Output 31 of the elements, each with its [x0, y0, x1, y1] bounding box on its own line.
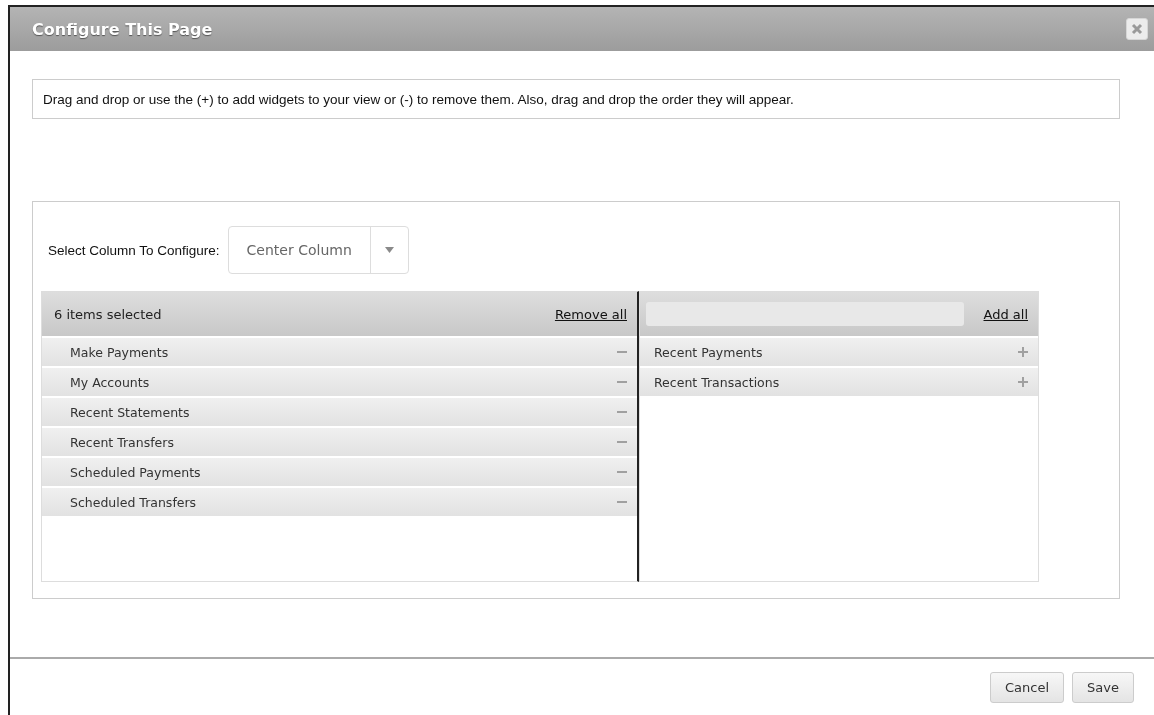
close-icon: [1131, 23, 1143, 35]
remove-all-link[interactable]: Remove all: [554, 306, 627, 322]
item-label: Scheduled Transfers: [69, 494, 197, 510]
item-label: My Accounts: [69, 374, 150, 390]
list-item[interactable]: Recent Transfers: [42, 428, 637, 456]
selected-count: 6 items selected: [54, 306, 162, 322]
item-label: Scheduled Payments: [69, 464, 201, 480]
list-item[interactable]: My Accounts: [42, 368, 637, 396]
list-item[interactable]: Scheduled Payments: [42, 458, 637, 486]
list-item[interactable]: Recent Statements: [42, 398, 637, 426]
search-field[interactable]: [646, 302, 964, 326]
item-label: Recent Statements: [69, 404, 190, 420]
list-item[interactable]: Recent Payments: [640, 338, 1038, 366]
add-all-link[interactable]: Add all: [983, 306, 1028, 322]
item-label: Make Payments: [69, 344, 169, 360]
item-label: Recent Transfers: [69, 434, 174, 450]
dialog-title: Configure This Page: [32, 19, 213, 39]
caret-icon: [384, 247, 394, 253]
cancel-button[interactable]: Cancel: [990, 671, 1065, 703]
item-label: Recent Payments: [654, 344, 763, 360]
column-select-label: Select Column To Configure:: [48, 242, 220, 258]
save-button[interactable]: Save: [1072, 671, 1134, 703]
close-button[interactable]: [1126, 18, 1148, 40]
column-dropdown[interactable]: Center Column: [227, 226, 409, 274]
list-item[interactable]: Make Payments: [42, 338, 637, 366]
list-item[interactable]: Recent Transactions: [640, 368, 1038, 396]
plus-icon[interactable]: [1018, 377, 1028, 387]
plus-icon[interactable]: [1018, 347, 1028, 357]
list-item[interactable]: Scheduled Transfers: [42, 488, 637, 516]
instructions-text: Drag and drop or use the (+) to add widgets to your view or (-) to remove them. Also, drag and drop the order they will appear.: [43, 91, 794, 107]
item-label: Recent Transactions: [654, 374, 780, 390]
